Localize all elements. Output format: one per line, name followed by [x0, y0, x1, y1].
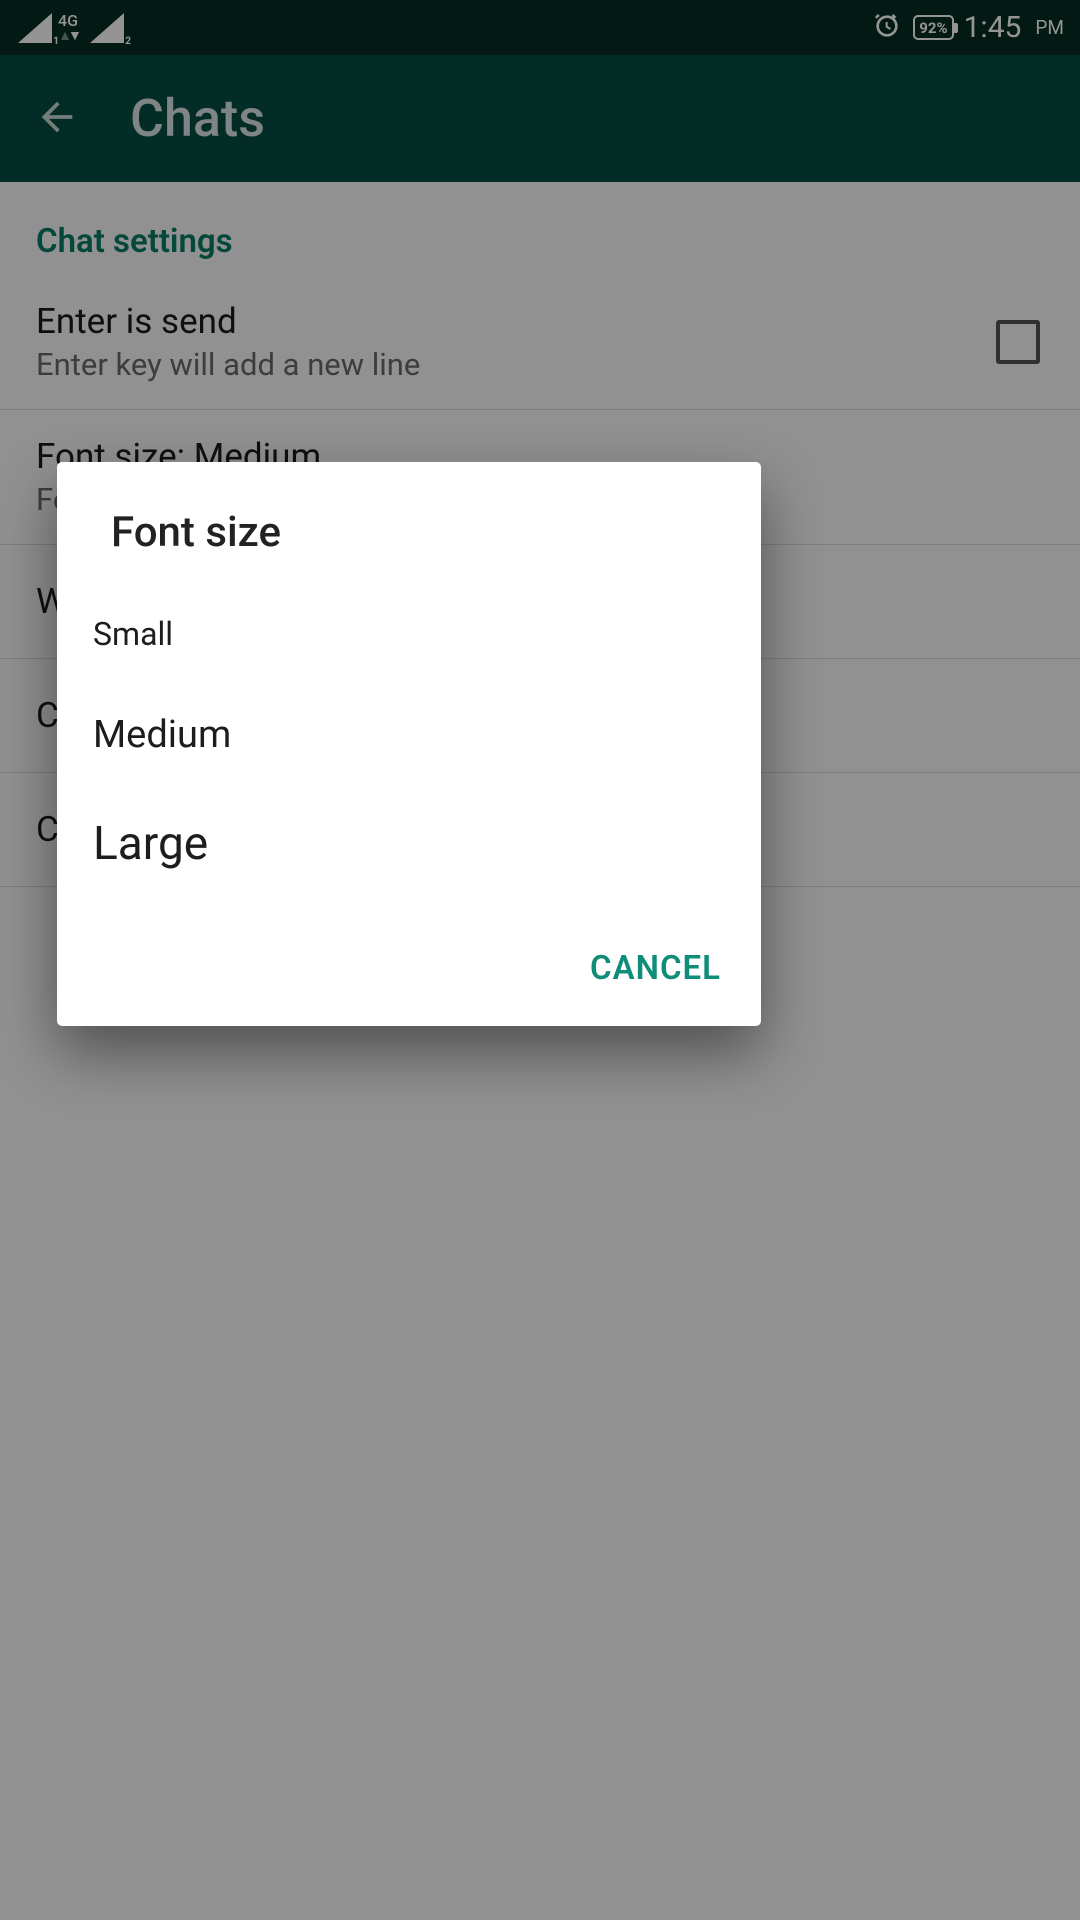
dialog-actions: CANCEL — [57, 931, 761, 1018]
font-size-dialog: Font size Small Medium Large CANCEL — [57, 462, 761, 1026]
cancel-button[interactable]: CANCEL — [590, 949, 721, 988]
dialog-title: Font size — [57, 462, 761, 585]
font-option-large[interactable]: Large — [93, 787, 725, 901]
font-option-small[interactable]: Small — [93, 585, 725, 683]
font-option-medium[interactable]: Medium — [93, 683, 725, 787]
dialog-options: Small Medium Large — [57, 585, 761, 931]
